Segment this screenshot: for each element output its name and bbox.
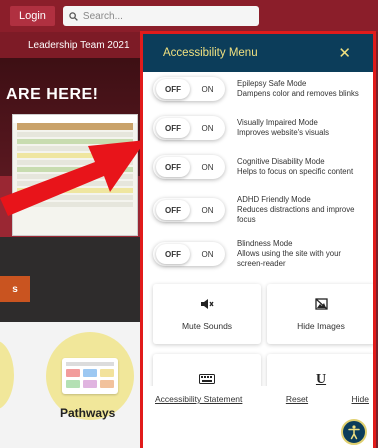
- hide-image-icon: [314, 297, 328, 313]
- accessibility-menu: Accessibility Menu ✕ OFF ON Epilepsy Saf…: [140, 31, 376, 448]
- close-icon[interactable]: ✕: [338, 44, 351, 62]
- hide-link[interactable]: Hide: [352, 394, 369, 404]
- mode-description: Improves website's visuals: [237, 128, 330, 137]
- mode-cognitive-disability: OFF ON Cognitive Disability Mode Helps t…: [153, 152, 369, 182]
- toggle-off: OFF: [156, 244, 190, 264]
- toggle-on: ON: [201, 123, 214, 133]
- team-title: Leadership Team 2021: [0, 32, 150, 58]
- mode-title: Visually Impaired Mode: [237, 118, 318, 127]
- mode-title: ADHD Friendly Mode: [237, 195, 311, 204]
- mode-adhd-friendly: OFF ON ADHD Friendly Mode Reduces distra…: [153, 192, 369, 228]
- toggle-on: ON: [201, 162, 214, 172]
- mode-blindness: OFF ON Blindness Mode Allows using the s…: [153, 236, 369, 272]
- mode-description: Helps to focus on specific content: [237, 167, 354, 176]
- mode-description: Reduces distractions and improve focus: [237, 205, 355, 224]
- search-input[interactable]: Search...: [62, 6, 259, 26]
- toggle-on: ON: [201, 205, 214, 215]
- red-arrow: [0, 140, 146, 216]
- mode-title: Blindness Mode: [237, 239, 293, 248]
- toggle-off: OFF: [156, 157, 190, 177]
- mode-visually-impaired: OFF ON Visually Impaired Mode Improves w…: [153, 113, 369, 143]
- mode-title: Cognitive Disability Mode: [237, 157, 325, 166]
- background-page: Leadership Team 2021 ARE HERE! s Pathway…: [0, 32, 150, 448]
- accessibility-statement-link[interactable]: Accessibility Statement: [155, 394, 242, 404]
- mute-sounds-label: Mute Sounds: [181, 320, 233, 331]
- accessibility-icon[interactable]: [341, 419, 367, 445]
- orange-button[interactable]: s: [0, 276, 30, 302]
- search-placeholder: Search...: [82, 10, 123, 22]
- accessibility-menu-footer: Accessibility Statement Reset Hide: [143, 386, 373, 448]
- accessibility-menu-header: Accessibility Menu ✕: [143, 34, 373, 72]
- visually-impaired-toggle[interactable]: OFF ON: [153, 116, 225, 140]
- accessibility-menu-title: Accessibility Menu: [163, 47, 258, 59]
- mute-icon: [200, 298, 214, 313]
- mute-sounds-button[interactable]: Mute Sounds: [153, 284, 261, 344]
- adhd-toggle[interactable]: OFF ON: [153, 198, 225, 222]
- toggle-off: OFF: [156, 118, 190, 138]
- mode-epilepsy-safe: OFF ON Epilepsy Safe Mode Dampens color …: [153, 74, 369, 104]
- mode-description: Dampens color and removes blinks: [237, 89, 359, 98]
- pathways-illustration: [62, 358, 118, 394]
- toggle-off: OFF: [156, 79, 190, 99]
- pathways-label[interactable]: Pathways: [60, 406, 115, 420]
- toggle-off: OFF: [156, 200, 190, 220]
- epilepsy-toggle[interactable]: OFF ON: [153, 77, 225, 101]
- login-button[interactable]: Login: [10, 6, 55, 26]
- hide-images-button[interactable]: Hide Images: [267, 284, 373, 344]
- reset-link[interactable]: Reset: [286, 394, 308, 404]
- search-icon: [69, 11, 78, 21]
- keyboard-icon: [199, 373, 215, 387]
- toggle-on: ON: [201, 249, 214, 259]
- toggle-on: ON: [201, 84, 214, 94]
- hide-images-label: Hide Images: [297, 320, 345, 331]
- mode-title: Epilepsy Safe Mode: [237, 79, 307, 88]
- mode-description: Allows using the site with your screen-r…: [237, 249, 342, 268]
- cognitive-toggle[interactable]: OFF ON: [153, 155, 225, 179]
- top-header: Login Search...: [0, 0, 378, 32]
- blindness-toggle[interactable]: OFF ON: [153, 242, 225, 266]
